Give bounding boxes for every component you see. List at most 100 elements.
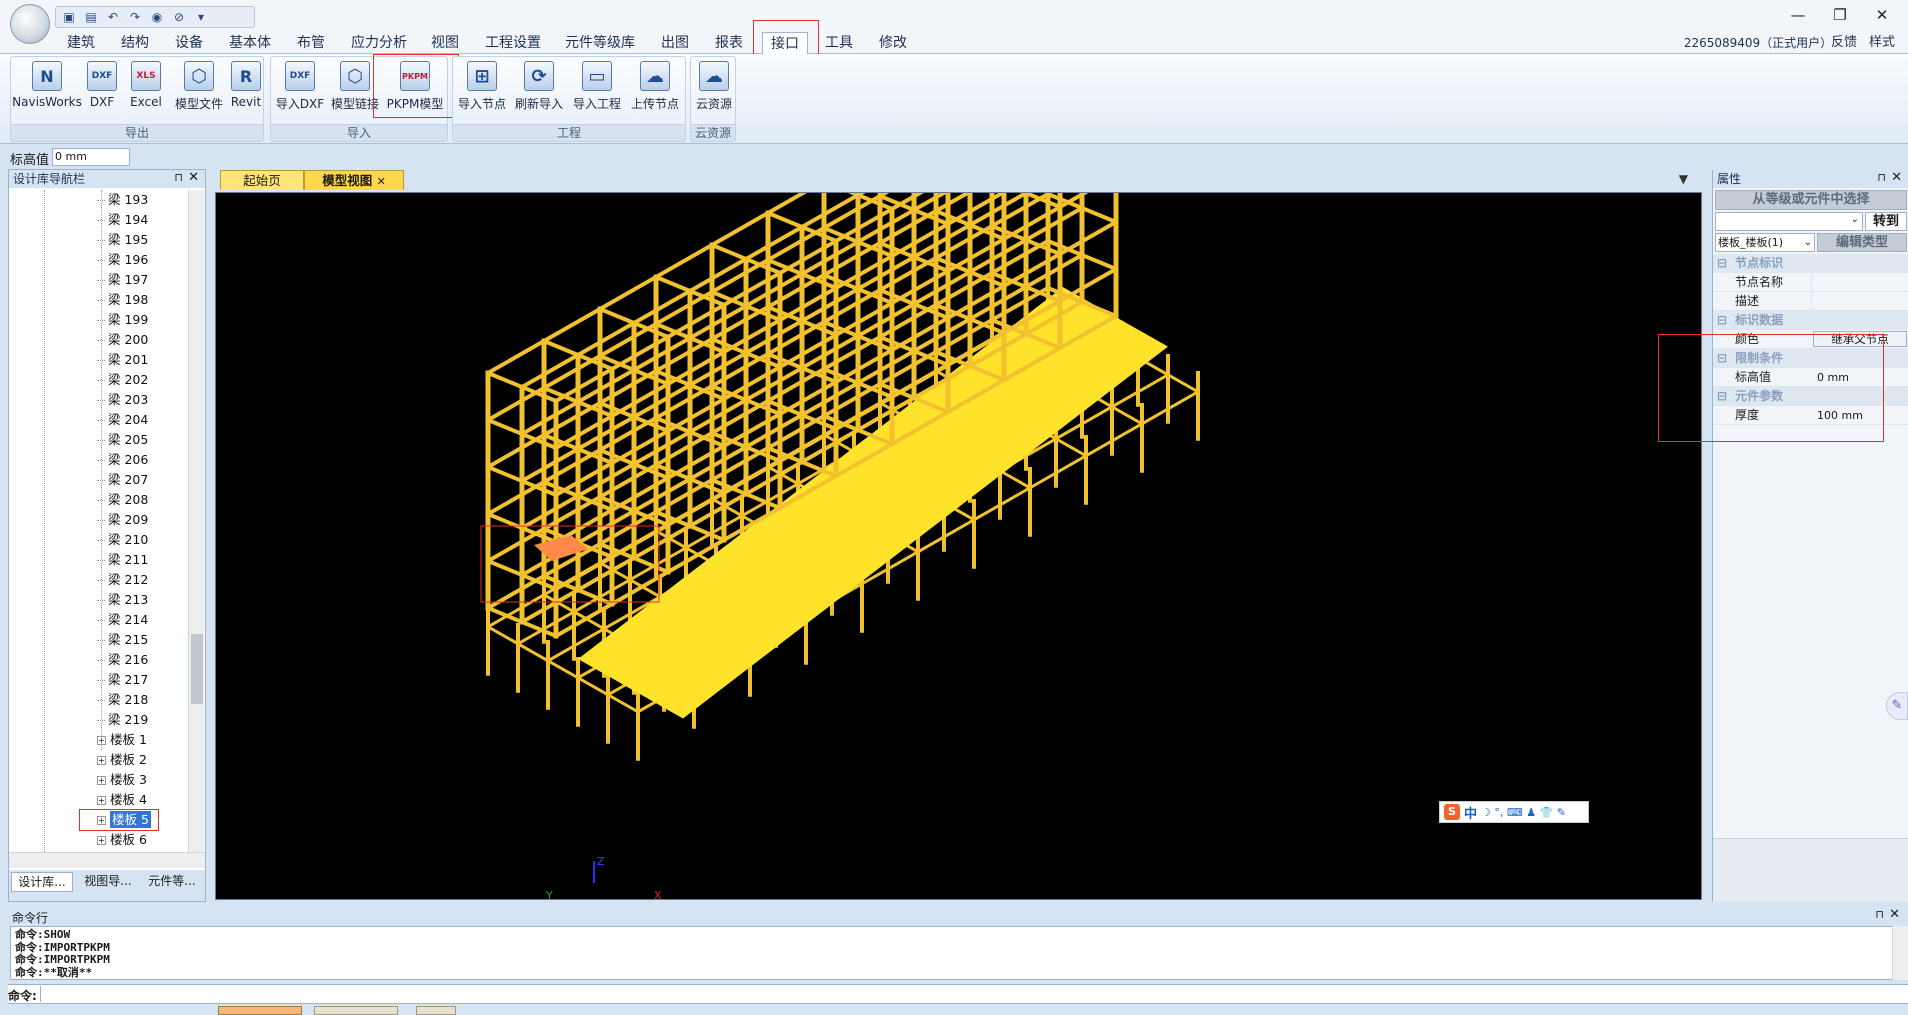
section-identity-data[interactable]: ⊟ 标识数据 — [1713, 311, 1908, 330]
tree-item-slab[interactable]: + 楼板 3 — [97, 770, 147, 790]
prop-row-node-name[interactable]: 节点名称 — [1713, 273, 1908, 292]
collapse-icon[interactable]: ⊟ — [1713, 313, 1735, 327]
navisworks-button[interactable]: N NavisWorks — [12, 61, 82, 115]
pin-icon[interactable]: ⊓ — [1877, 171, 1886, 184]
tree-item-beam[interactable]: 梁 193 — [97, 190, 148, 210]
tree-item-beam[interactable]: 梁 200 — [97, 330, 148, 350]
tree-item-beam[interactable]: 梁 211 — [97, 550, 148, 570]
menu-stress-analysis[interactable]: 应力分析 — [344, 32, 414, 54]
tree-item-beam[interactable]: 梁 199 — [97, 310, 148, 330]
menu-modify[interactable]: 修改 — [870, 32, 916, 54]
tree-item-beam[interactable]: 梁 219 — [97, 710, 148, 730]
tree-item-beam[interactable]: 梁 212 — [97, 570, 148, 590]
component-combobox[interactable]: ⌄ — [1715, 212, 1863, 231]
tree-item-beam[interactable]: 梁 209 — [97, 510, 148, 530]
menu-tools[interactable]: 工具 — [816, 32, 862, 54]
import-node-button[interactable]: ⊞ 导入节点 — [455, 61, 509, 115]
tree-item-beam[interactable]: 梁 213 — [97, 590, 148, 610]
section-node-identity[interactable]: ⊟ 节点标识 — [1713, 254, 1908, 273]
status-item[interactable] — [314, 1006, 398, 1015]
menu-drawing[interactable]: 出图 — [652, 32, 698, 54]
pin-icon[interactable]: ⊓ — [174, 171, 183, 184]
pin-icon[interactable]: ⊓ — [1875, 908, 1884, 921]
close-icon[interactable]: ✕ — [1891, 170, 1902, 185]
menu-architecture[interactable]: 建筑 — [58, 32, 104, 54]
expand-icon[interactable]: + — [97, 796, 106, 805]
tree-item-slab[interactable]: + 楼板 2 — [97, 750, 147, 770]
tree-item-slab[interactable]: + 楼板 1 — [97, 730, 147, 750]
tree-item-beam[interactable]: 梁 201 — [97, 350, 148, 370]
close-button[interactable]: ✕ — [1862, 2, 1902, 28]
tree-item-beam[interactable]: 梁 207 — [97, 470, 148, 490]
command-scrollbar[interactable] — [1892, 926, 1908, 980]
tree-item-slab[interactable]: + 楼板 4 — [97, 790, 147, 810]
revit-button[interactable]: R Revit — [229, 61, 263, 115]
expand-icon[interactable]: + — [97, 756, 106, 765]
minimize-button[interactable]: — — [1778, 2, 1818, 28]
expand-icon[interactable]: + — [97, 836, 106, 845]
cloud-resource-button[interactable]: ☁ 云资源 — [693, 61, 735, 115]
feedback-link[interactable]: 反馈 — [1826, 32, 1862, 54]
style-menu[interactable]: 样式 — [1864, 32, 1900, 54]
tab-start-page[interactable]: 起始页 — [220, 170, 304, 190]
collapse-icon[interactable]: ⊟ — [1713, 256, 1735, 270]
elevation-input[interactable]: 0 mm — [52, 148, 130, 166]
tree-item-beam[interactable]: 梁 195 — [97, 230, 148, 250]
type-select[interactable]: 楼板_楼板(1) ⌄ — [1715, 233, 1815, 252]
tree-item-beam[interactable]: 梁 205 — [97, 430, 148, 450]
save-as-icon[interactable]: ▤ — [82, 8, 100, 26]
close-icon[interactable]: ✕ — [188, 170, 199, 185]
dxf-export-button[interactable]: DXF DXF — [83, 61, 121, 115]
tree-item-beam[interactable]: 梁 202 — [97, 370, 148, 390]
tree-item-beam[interactable]: 梁 198 — [97, 290, 148, 310]
edit-type-button[interactable]: 编辑类型 — [1817, 233, 1907, 252]
floating-assistant-icon[interactable]: ✎ — [1886, 692, 1908, 720]
tree-item-beam[interactable]: 梁 208 — [97, 490, 148, 510]
dropdown-icon[interactable]: ▾ — [192, 8, 210, 26]
chevron-down-icon[interactable]: ▼ — [1679, 172, 1688, 186]
tree-item-beam[interactable]: 梁 218 — [97, 690, 148, 710]
eye-icon[interactable]: ◉ — [148, 8, 166, 26]
command-input[interactable] — [40, 986, 1900, 1002]
application-menu-orb[interactable] — [10, 4, 50, 44]
tab-view-navigator[interactable]: 视图导... — [77, 872, 139, 892]
status-item[interactable] — [218, 1006, 302, 1015]
ime-toolbar[interactable]: S 中 ☽ °, ⌨ ♟ 👕 ✎ — [1439, 801, 1589, 823]
import-project-button[interactable]: ▭ 导入工程 — [569, 61, 625, 115]
tree-item-beam[interactable]: 梁 204 — [97, 410, 148, 430]
close-icon[interactable]: ✕ — [1889, 907, 1900, 922]
prop-row-description[interactable]: 描述 — [1713, 292, 1908, 311]
expand-icon[interactable]: + — [97, 736, 106, 745]
tree-item-beam[interactable]: 梁 217 — [97, 670, 148, 690]
nav-hscrollbar[interactable] — [9, 852, 205, 868]
tree-item-beam[interactable]: 梁 196 — [97, 250, 148, 270]
tab-design-library[interactable]: 设计库... — [11, 872, 73, 892]
building-model-3d[interactable]: Z Y X — [216, 193, 1702, 900]
refresh-import-button[interactable]: ⟳ 刷新导入 — [511, 61, 567, 115]
tree-item-beam[interactable]: 梁 216 — [97, 650, 148, 670]
upload-node-button[interactable]: ☁ 上传节点 — [627, 61, 683, 115]
goto-button[interactable]: 转到 — [1865, 212, 1907, 231]
model-file-button[interactable]: ⬡ 模型文件 — [171, 61, 227, 115]
menu-project-settings[interactable]: 工程设置 — [478, 32, 548, 54]
tree-item-beam[interactable]: 梁 197 — [97, 270, 148, 290]
tree-item-beam[interactable]: 梁 194 — [97, 210, 148, 230]
menu-component-library[interactable]: 元件等级库 — [558, 32, 642, 54]
tree-item-beam[interactable]: 梁 206 — [97, 450, 148, 470]
tree-item-beam[interactable]: 梁 210 — [97, 530, 148, 550]
import-dxf-button[interactable]: DXF 导入DXF — [275, 61, 325, 115]
expand-icon[interactable]: + — [97, 776, 106, 785]
redo-icon[interactable]: ↷ — [126, 8, 144, 26]
menu-piping[interactable]: 布管 — [288, 32, 334, 54]
tree-item-slab[interactable]: + 楼板 6 — [97, 830, 147, 850]
tab-model-view[interactable]: 模型视图 ✕ — [304, 170, 404, 190]
model-viewport[interactable]: Z Y X S 中 ☽ °, ⌨ ♟ 👕 ✎ — [215, 192, 1702, 900]
menu-equipment[interactable]: 设备 — [166, 32, 212, 54]
tree-item-beam[interactable]: 梁 215 — [97, 630, 148, 650]
nav-scrollbar[interactable] — [188, 190, 204, 852]
tab-component-library[interactable]: 元件等... — [141, 872, 203, 892]
eye-slash-icon[interactable]: ⊘ — [170, 8, 188, 26]
menu-report[interactable]: 报表 — [706, 32, 752, 54]
scroll-thumb[interactable] — [191, 634, 203, 704]
excel-export-button[interactable]: XLS Excel — [125, 61, 167, 115]
